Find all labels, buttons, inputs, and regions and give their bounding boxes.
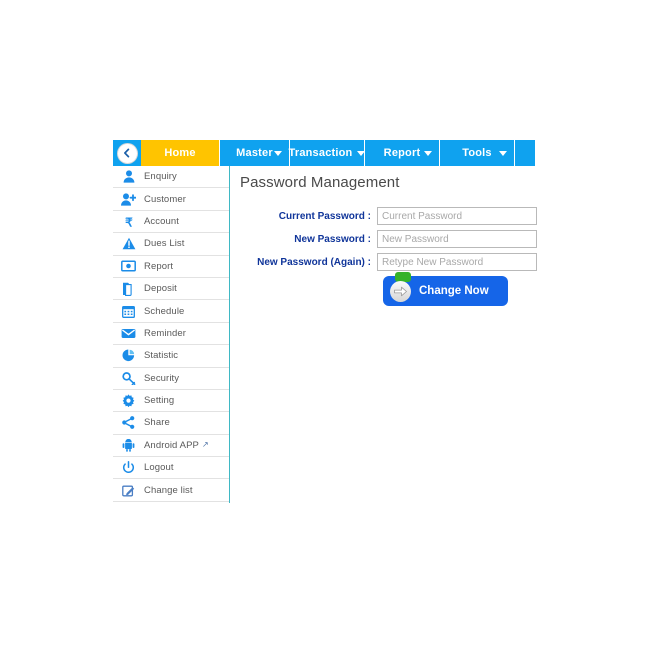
sidebar-item-change-list[interactable]: Change list	[113, 479, 229, 502]
sidebar-item-statistic[interactable]: Statistic	[113, 345, 229, 368]
share-icon	[120, 416, 137, 430]
sidebar-item-label: Change list	[144, 484, 193, 496]
sidebar-item-report[interactable]: Report	[113, 256, 229, 278]
sidebar-item-deposit[interactable]: Deposit	[113, 278, 229, 301]
sidebar-item-reminder[interactable]: Reminder	[113, 323, 229, 346]
external-link-icon: ↗	[201, 440, 209, 450]
sidebar-item-schedule[interactable]: Schedule	[113, 300, 229, 323]
new-password-label: New Password :	[294, 233, 371, 245]
back-button[interactable]	[113, 140, 141, 166]
chevron-down-icon	[274, 151, 282, 156]
sidebar-item-label: Customer	[144, 193, 186, 205]
gear-icon	[120, 394, 137, 408]
nav-filler	[515, 140, 535, 166]
arrow-right-icon	[390, 280, 411, 302]
chevron-down-icon	[424, 151, 432, 156]
document-icon	[120, 282, 137, 296]
nav-tab-tools[interactable]: Tools	[440, 140, 515, 166]
page-title: Password Management	[240, 174, 400, 191]
sidebar-item-label: Schedule	[144, 305, 185, 317]
page-body: Enquiry Customer ₹ Account Dues List Rep…	[113, 166, 537, 510]
svg-text:₹: ₹	[125, 215, 133, 228]
sidebar-item-customer[interactable]: Customer	[113, 188, 229, 211]
top-navigation-bar: Home Master Transaction Report Tools	[113, 140, 535, 166]
sidebar-item-label: Account	[144, 215, 180, 227]
sidebar-item-enquiry[interactable]: Enquiry	[113, 166, 229, 189]
android-icon	[120, 438, 137, 452]
sidebar-item-setting[interactable]: Setting	[113, 390, 229, 413]
nav-tab-label: Report	[383, 147, 421, 159]
confirm-password-input[interactable]	[377, 253, 537, 271]
change-now-label: Change Now	[419, 285, 489, 297]
sidebar-item-label: Deposit	[144, 283, 177, 295]
user-add-icon	[120, 192, 137, 206]
sidebar-item-label: Reminder	[144, 327, 186, 339]
warning-icon	[120, 237, 137, 250]
application-window: Home Master Transaction Report Tools Enq…	[113, 140, 537, 510]
nav-tab-label: Home	[164, 147, 196, 159]
sidebar-item-label: Setting	[144, 395, 175, 407]
current-password-input[interactable]	[377, 207, 537, 225]
calendar-icon	[120, 305, 137, 318]
key-icon	[120, 371, 137, 385]
sidebar-item-label: Share	[144, 417, 170, 429]
nav-tab-master[interactable]: Master	[220, 140, 290, 166]
sidebar-item-logout[interactable]: Logout	[113, 457, 229, 480]
sidebar-menu: Enquiry Customer ₹ Account Dues List Rep…	[113, 166, 230, 503]
sidebar-item-label: Dues List	[144, 238, 185, 250]
sidebar-item-label: Security	[144, 372, 180, 384]
sidebar-item-account[interactable]: ₹ Account	[113, 211, 229, 234]
sidebar-item-label: Report	[144, 260, 174, 272]
form-actions: Change Now	[240, 272, 537, 306]
pie-chart-icon	[120, 349, 137, 362]
nav-tab-transaction[interactable]: Transaction	[288, 140, 366, 166]
nav-tab-home[interactable]: Home	[141, 140, 220, 166]
rupee-icon: ₹	[120, 215, 137, 228]
main-content: Password Management Current Password : N…	[230, 166, 537, 510]
nav-tab-report[interactable]: Report	[365, 140, 440, 166]
sidebar-item-share[interactable]: Share	[113, 412, 229, 435]
confirm-password-label: New Password (Again) :	[257, 256, 371, 268]
edit-square-icon	[120, 484, 137, 497]
chevron-down-icon	[499, 151, 507, 156]
nav-tab-label: Tools	[462, 147, 492, 159]
form-actions-spacer	[240, 276, 383, 306]
power-icon	[120, 461, 137, 474]
current-password-label: Current Password :	[278, 210, 371, 222]
form-row-new-password: New Password :	[240, 230, 537, 248]
sidebar-item-label: Android APP	[144, 439, 199, 451]
nav-tab-label: Master	[236, 147, 273, 159]
sidebar-item-label: Logout	[144, 462, 174, 474]
nav-tab-label: Transaction	[288, 147, 353, 159]
envelope-icon	[120, 328, 137, 339]
banknote-icon	[120, 260, 137, 272]
sidebar-item-security[interactable]: Security	[113, 368, 229, 390]
change-now-button[interactable]: Change Now	[383, 272, 508, 306]
sidebar-item-label: Enquiry	[144, 171, 177, 183]
user-icon	[120, 170, 137, 183]
chevron-left-icon	[117, 143, 137, 163]
sidebar-item-android-app[interactable]: Android APP ↗	[113, 435, 229, 458]
new-password-input[interactable]	[377, 230, 537, 248]
sidebar-item-dues-list[interactable]: Dues List	[113, 233, 229, 256]
form-row-confirm-password: New Password (Again) :	[240, 253, 537, 271]
sidebar-item-label: Statistic	[144, 350, 179, 362]
form-row-current-password: Current Password :	[240, 207, 537, 225]
